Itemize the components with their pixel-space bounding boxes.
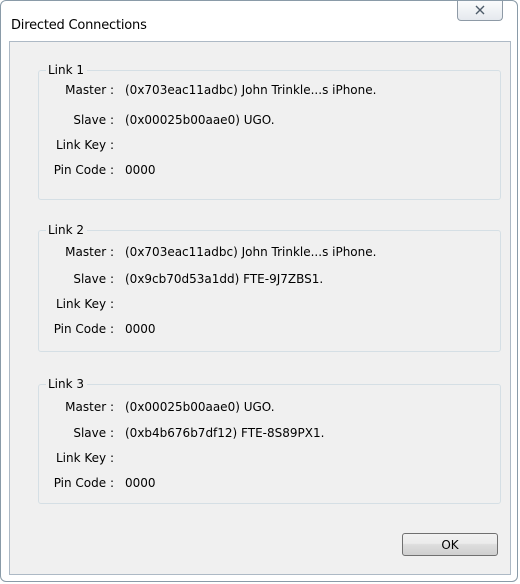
link-1-master-row: Master : (0x703eac11adbc) John Trinkle..… bbox=[21, 82, 501, 98]
link-2-master-row: Master : (0x703eac11adbc) John Trinkle..… bbox=[21, 244, 501, 260]
pin-code-label: Pin Code : bbox=[53, 322, 114, 336]
link-2-slave-row: Slave : (0x9cb70d53a1dd) FTE-9J7ZBS1. bbox=[21, 271, 501, 287]
link-2-pincode-row: Pin Code : 0000 bbox=[21, 321, 501, 337]
link-2-label: Link 2 bbox=[46, 223, 88, 237]
link-1-label: Link 1 bbox=[46, 63, 88, 77]
ok-button[interactable]: OK bbox=[402, 533, 498, 556]
slave-value: (0x9cb70d53a1dd) FTE-9J7ZBS1. bbox=[125, 272, 324, 286]
pin-code-value: 0000 bbox=[125, 163, 156, 177]
link-3-pincode-row: Pin Code : 0000 bbox=[21, 475, 501, 491]
link-1-pincode-row: Pin Code : 0000 bbox=[21, 162, 501, 178]
link-1-slave-row: Slave : (0x00025b00aae0) UGO. bbox=[21, 112, 501, 128]
slave-value: (0x00025b00aae0) UGO. bbox=[125, 113, 275, 127]
master-label: Master : bbox=[65, 83, 114, 97]
link-3-slave-row: Slave : (0xb4b676b7df12) FTE-8S89PX1. bbox=[21, 425, 501, 441]
master-label: Master : bbox=[65, 245, 114, 259]
master-value: (0x703eac11adbc) John Trinkle...s iPhone… bbox=[125, 83, 377, 97]
pin-code-value: 0000 bbox=[125, 322, 156, 336]
master-value: (0x703eac11adbc) John Trinkle...s iPhone… bbox=[125, 245, 377, 259]
close-icon bbox=[475, 5, 485, 15]
link-key-label: Link Key : bbox=[55, 297, 114, 311]
master-label: Master : bbox=[65, 400, 114, 414]
window-title: Directed Connections bbox=[11, 18, 147, 33]
slave-label: Slave : bbox=[73, 426, 114, 440]
pin-code-label: Pin Code : bbox=[53, 163, 114, 177]
slave-value: (0xb4b676b7df12) FTE-8S89PX1. bbox=[125, 426, 325, 440]
link-3-linkkey-row: Link Key : bbox=[21, 450, 501, 466]
slave-label: Slave : bbox=[73, 272, 114, 286]
pin-code-label: Pin Code : bbox=[53, 476, 114, 490]
pin-code-value: 0000 bbox=[125, 476, 156, 490]
master-value: (0x00025b00aae0) UGO. bbox=[125, 400, 275, 414]
link-key-label: Link Key : bbox=[55, 138, 114, 152]
link-1-linkkey-row: Link Key : bbox=[21, 137, 501, 153]
link-3-master-row: Master : (0x00025b00aae0) UGO. bbox=[21, 399, 501, 415]
slave-label: Slave : bbox=[73, 113, 114, 127]
link-2-linkkey-row: Link Key : bbox=[21, 296, 501, 312]
title-bar[interactable]: Directed Connections bbox=[1, 1, 517, 41]
dialog-window: Directed Connections Link 1 Link 2 Link … bbox=[0, 0, 518, 582]
link-3-label: Link 3 bbox=[46, 377, 88, 391]
close-button[interactable] bbox=[457, 1, 503, 21]
link-key-label: Link Key : bbox=[55, 451, 114, 465]
